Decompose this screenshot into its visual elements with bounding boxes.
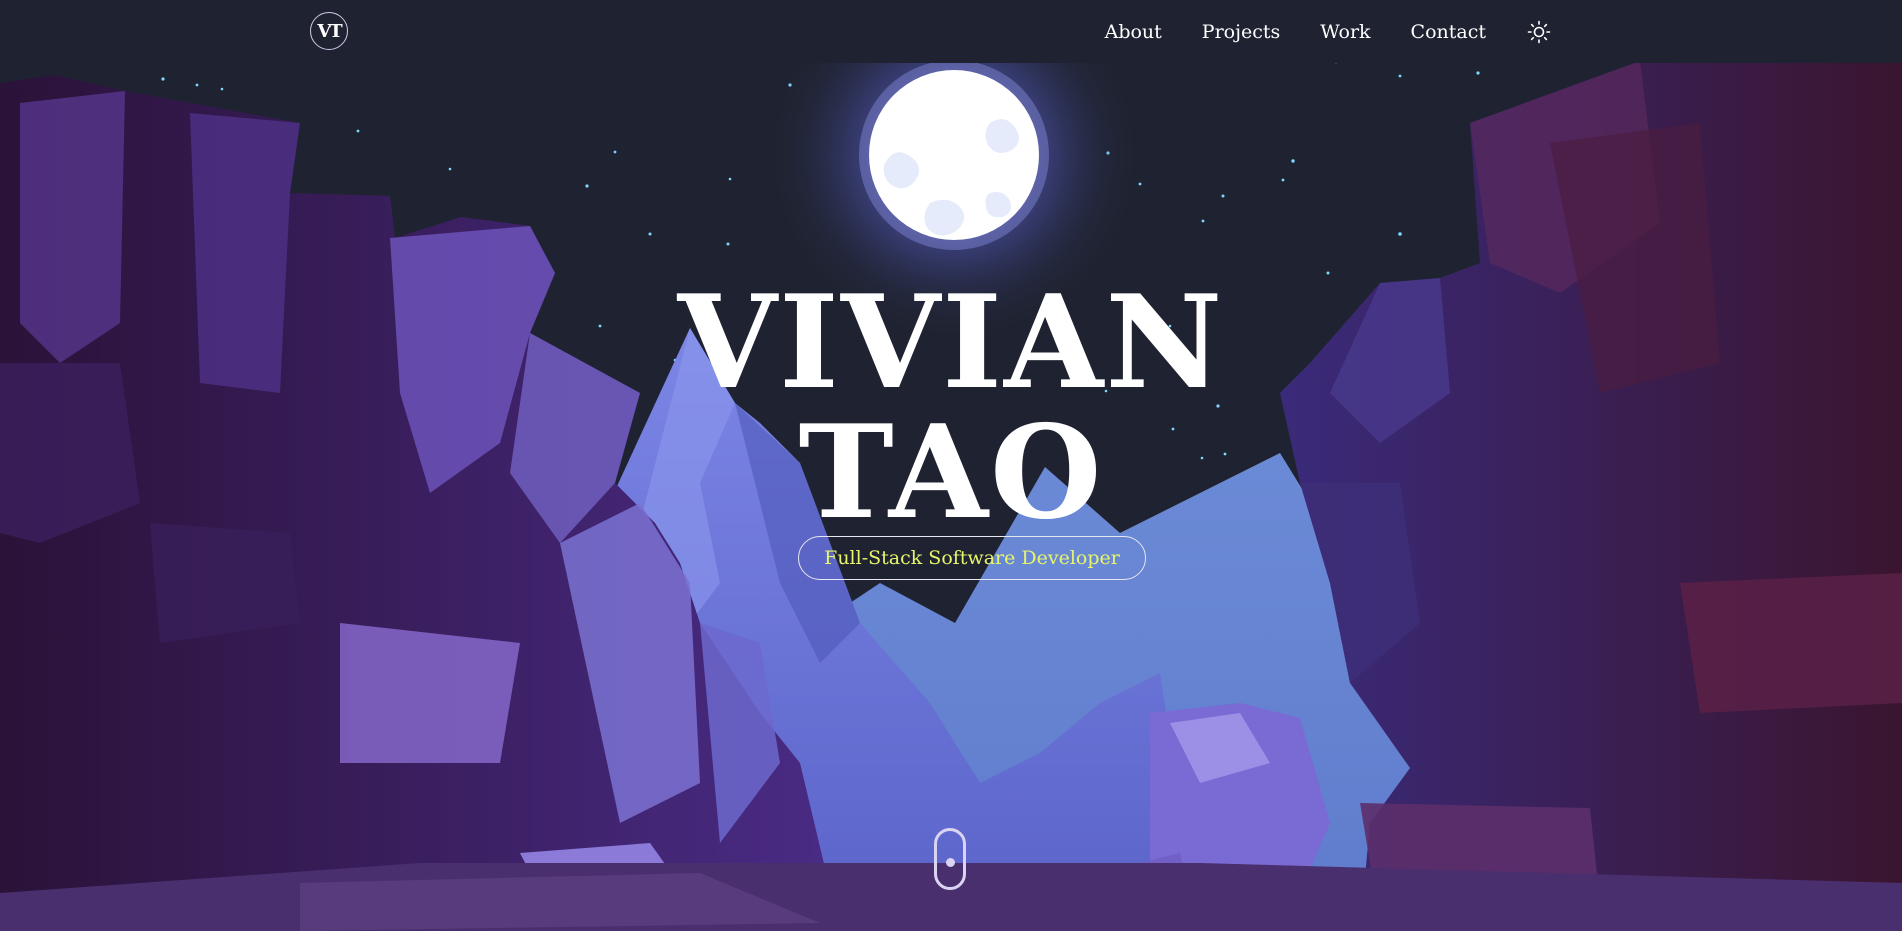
top-navbar: VT About Projects Work Contact (0, 0, 1902, 63)
nav-work[interactable]: Work (1320, 21, 1370, 43)
nav-links: About Projects Work Contact (1065, 0, 1552, 63)
mouse-scroll-icon[interactable] (934, 828, 966, 890)
logo[interactable]: VT (310, 12, 348, 50)
moon-illustration (869, 70, 1039, 240)
hero-tagline: Full-Stack Software Developer (798, 536, 1146, 580)
nav-contact[interactable]: Contact (1411, 21, 1486, 43)
hero-illustration (0, 63, 1902, 931)
scroll-dot (946, 858, 955, 867)
nav-about[interactable]: About (1105, 21, 1162, 43)
nav-projects[interactable]: Projects (1202, 21, 1280, 43)
sun-icon[interactable] (1526, 19, 1552, 45)
